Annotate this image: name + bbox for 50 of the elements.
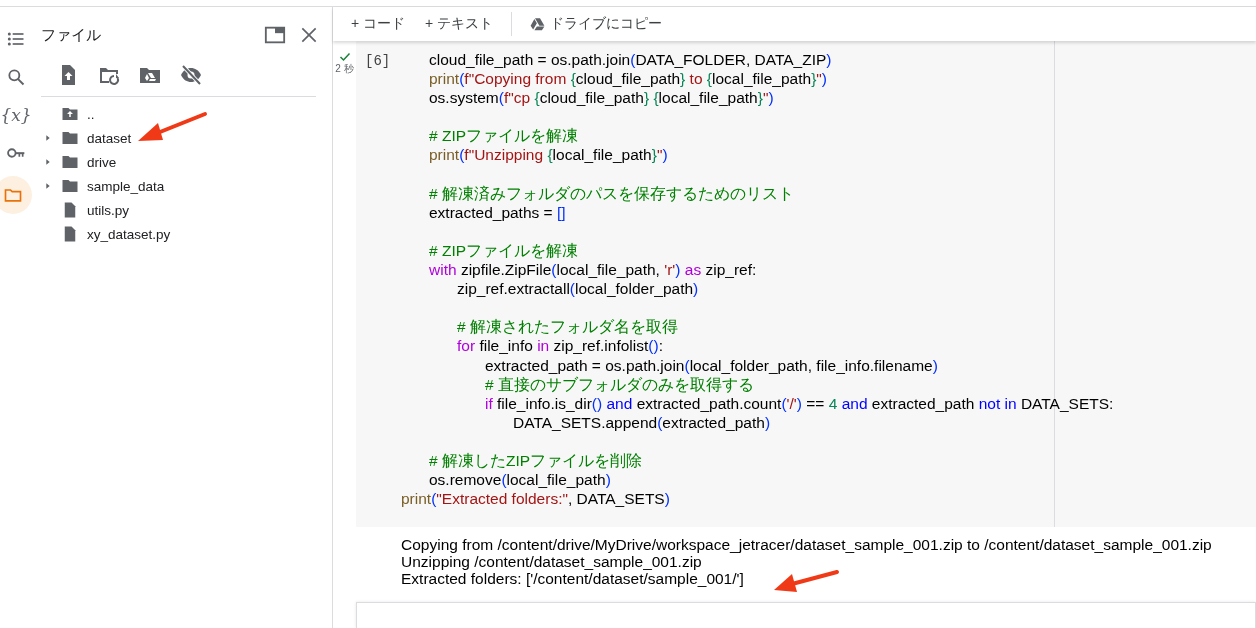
file-name[interactable]: drive [85, 153, 119, 171]
file-name[interactable]: utils.py [85, 201, 132, 219]
code-line: # 解凍したZIPファイルを削除 [428, 451, 643, 469]
code-line: print(f"Unzipping {local_file_path}") [428, 146, 668, 164]
code-line: os.remove(local_file_path) [428, 471, 611, 489]
variables-tab[interactable]: {x} [1, 100, 31, 130]
code-line: cloud_file_path = os.path.join(DATA_FOLDER, DATA_ZIP) [428, 51, 832, 68]
code-line: zip_ref.extractall(local_folder_path) [456, 280, 699, 298]
code-line: DATA_SETS.append(extracted_path) [512, 413, 771, 431]
output-line: Copying from /content/drive/MyDrive/workspace_jetracer/dataset_sample_001.zip to /content/dataset_sample_001.zip [401, 536, 1212, 553]
expand-arrow-icon[interactable] [44, 182, 52, 190]
folder-icon [61, 129, 79, 147]
expand-arrow-icon[interactable] [44, 134, 52, 142]
add-cell-button[interactable]: + コード [343, 11, 414, 37]
output-line: Unzipping /content/dataset_sample_001.zip [401, 553, 702, 570]
visibility-off-icon[interactable] [179, 63, 203, 87]
panel-title: ファイル [41, 25, 102, 45]
code-line: extracted_path = os.path.join(local_folder_path, file_info.filename) [484, 356, 938, 374]
code-line: print(f"Copying from {cloud_file_path} to {local_file_path}") [428, 70, 827, 88]
file-name[interactable]: .. [85, 105, 97, 123]
execution-time: 2 秒 [335, 62, 354, 76]
code-line: extracted_paths = [] [428, 203, 566, 221]
code-line: with zipfile.ZipFile(local_file_path, 'r') as zip_ref: [428, 261, 757, 279]
code-line: # ZIPファイルを解凍 [428, 241, 579, 259]
output-line: Extracted folders: ['/content/dataset/sample_001/'] [401, 570, 744, 587]
code-line: print("Extracted folders:", DATA_SETS) [401, 490, 670, 508]
annotation-arrow [138, 112, 207, 141]
expand-arrow-icon[interactable] [44, 158, 52, 166]
execution-count: [6] [365, 53, 391, 69]
code-line: if file_info.is_dir() and extracted_path.count('/') == 4 and extracted_path not in DATA_SETS: [484, 394, 1114, 412]
drive-icon [530, 16, 546, 32]
annotation-arrow [774, 570, 839, 592]
copy-to-drive-button[interactable]: ドライブにコピー [522, 11, 671, 37]
file-name[interactable]: dataset [85, 129, 134, 147]
file-name[interactable]: xy_dataset.py [85, 225, 173, 243]
code-line: # 直接のサブフォルダのみを取得する [484, 375, 754, 393]
code-line: os.system(f"cp {cloud_file_path} {local_file_path}") [428, 89, 774, 107]
code-line: for file_info in zip_ref.infolist(): [456, 337, 663, 355]
close-icon[interactable] [299, 25, 319, 45]
code-line: # 解凍済みフォルダのパスを保存するためのリスト [428, 184, 794, 202]
new-window-icon[interactable] [264, 24, 286, 46]
folder-icon [61, 153, 79, 171]
empty-cell[interactable] [356, 602, 1256, 628]
folder-icon [61, 177, 79, 195]
add-cell-button[interactable]: + テキスト [417, 11, 502, 37]
code-line: # ZIPファイルを解凍 [428, 127, 579, 145]
code-line: # 解凍されたフォルダ名を取得 [456, 318, 678, 336]
file-name[interactable]: sample_data [85, 177, 167, 195]
parent-folder-icon [61, 105, 79, 123]
search-icon[interactable] [6, 67, 26, 87]
